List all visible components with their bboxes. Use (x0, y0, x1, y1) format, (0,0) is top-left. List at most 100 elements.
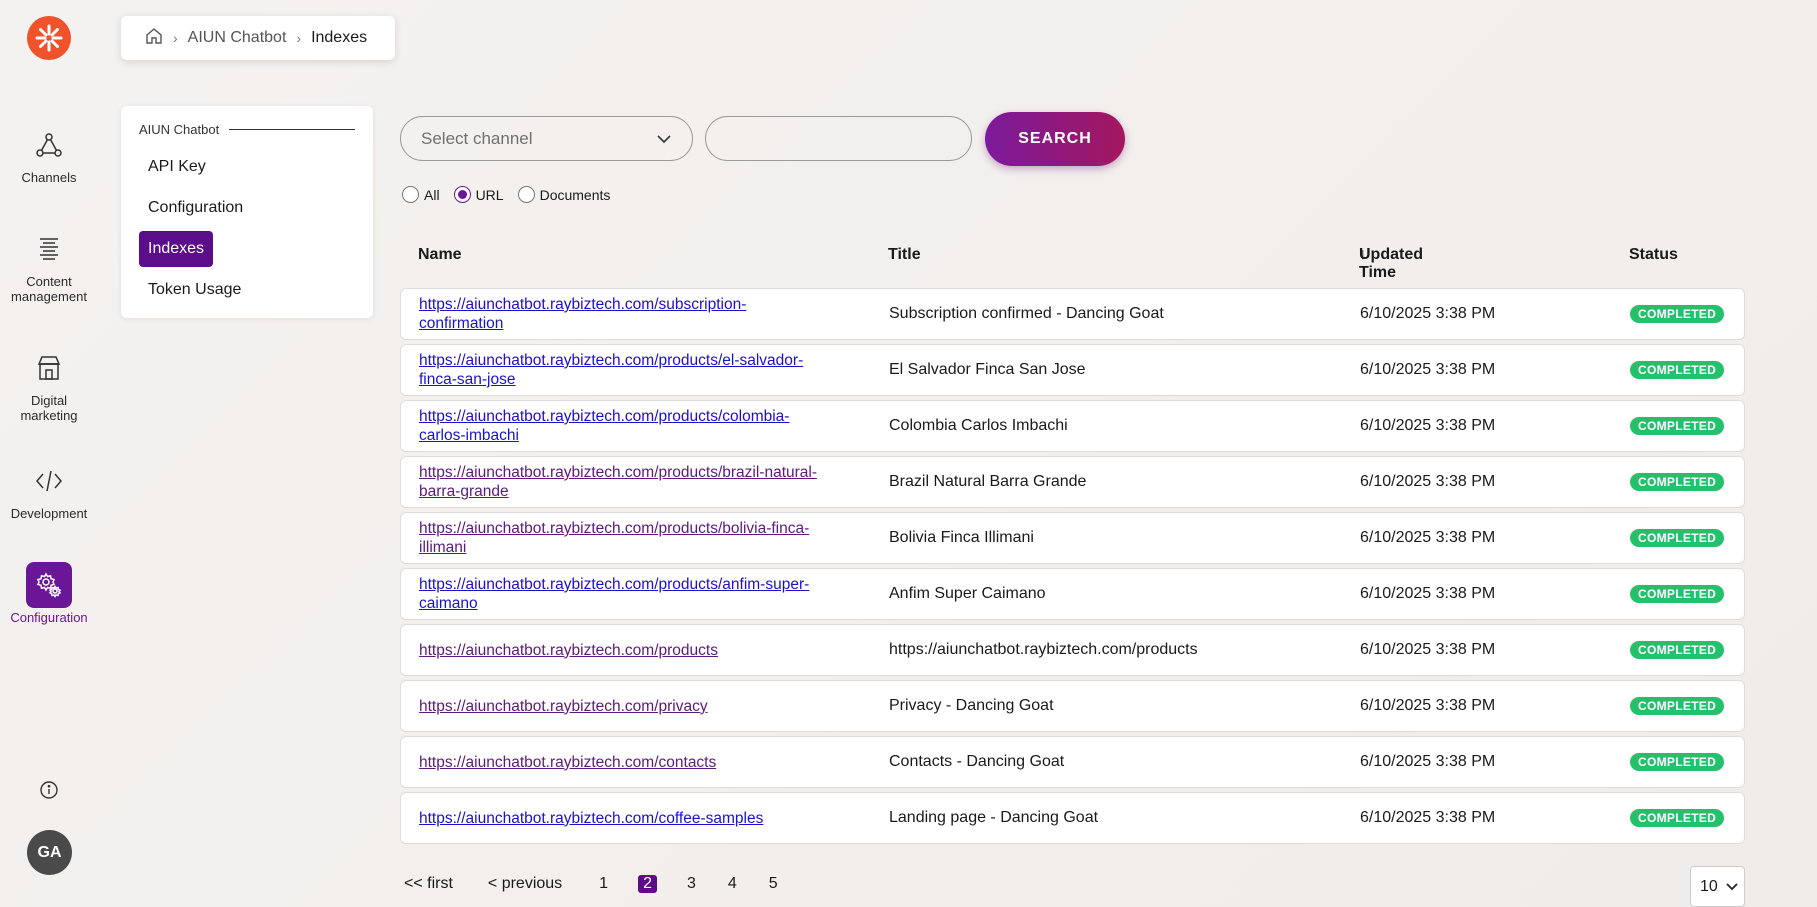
pagination-page-1[interactable]: 1 (597, 875, 610, 893)
index-url-link[interactable]: https://aiunchatbot.raybiztech.com/priva… (419, 697, 708, 716)
breadcrumb-item-aiun-chatbot[interactable]: AIUN Chatbot (188, 29, 287, 47)
cell-status: COMPLETED (1630, 793, 1725, 843)
index-url-line-1: https://aiunchatbot.raybiztech.com/coffe… (419, 809, 764, 827)
pagination-page-3[interactable]: 3 (685, 875, 698, 893)
submenu-item-api-key[interactable]: API Key (139, 149, 215, 185)
radio-all[interactable]: All (402, 186, 440, 203)
index-url-line-2: finca-san-jose (419, 371, 516, 388)
radio-circle[interactable] (453, 186, 471, 203)
pagination-first[interactable]: << first (404, 875, 453, 893)
table-row: https://aiunchatbot.raybiztech.com/conta… (400, 736, 1745, 788)
radio-url-label: URL (475, 186, 504, 203)
cell-name: https://aiunchatbot.raybiztech.com/produ… (419, 457, 859, 507)
cell-title: Privacy - Dancing Goat (889, 697, 1054, 714)
index-url-link[interactable]: https://aiunchatbot.raybiztech.com/coffe… (419, 809, 763, 828)
breadcrumb-item-indexes: Indexes (311, 29, 368, 46)
pagination-page-4[interactable]: 4 (726, 875, 739, 893)
submenu-item-configuration[interactable]: Configuration (139, 190, 252, 226)
index-url-link[interactable]: https://aiunchatbot.raybiztech.com/produ… (419, 463, 817, 501)
cell-status: COMPLETED (1630, 345, 1725, 395)
submenu-heading-label: AIUN Chatbot (139, 122, 220, 137)
source-type-radio-group: All URL Documents (402, 186, 610, 203)
cell-updated-time: 6/10/2025 3:38 PM (1360, 809, 1496, 826)
index-url-link[interactable]: https://aiunchatbot.raybiztech.com/produ… (419, 575, 809, 613)
submenu-item-token-usage[interactable]: Token Usage (139, 272, 250, 308)
cell-name: https://aiunchatbot.raybiztech.com/subsc… (419, 289, 859, 339)
table-row: https://aiunchatbot.raybiztech.com/subsc… (400, 288, 1745, 340)
index-url-line-1: https://aiunchatbot.raybiztech.com/subsc… (419, 296, 747, 313)
column-header-status[interactable]: Status (1629, 246, 1678, 264)
sort-desc-icon: ↓ (1359, 246, 1367, 263)
index-url-link[interactable]: https://aiunchatbot.raybiztech.com/produ… (419, 407, 789, 445)
index-url-link[interactable]: https://aiunchatbot.raybiztech.com/subsc… (419, 295, 746, 333)
status-badge: COMPLETED (1630, 697, 1725, 715)
user-avatar[interactable]: GA (27, 830, 72, 875)
content-management-icon (26, 226, 72, 272)
column-header-name[interactable]: Name (418, 246, 462, 264)
configuration-submenu: AIUN Chatbot API Key Configuration Index… (121, 106, 373, 318)
rail-item-development[interactable]: Development (0, 458, 98, 521)
pagination-page-2[interactable]: 2 (638, 875, 657, 893)
page-size-select[interactable]: 10 (1690, 866, 1745, 907)
cell-status: COMPLETED (1630, 289, 1725, 339)
submenu-item-indexes[interactable]: Indexes (139, 231, 214, 267)
cell-updated-time: 6/10/2025 3:38 PM (1360, 697, 1496, 714)
index-url-line-1: https://aiunchatbot.raybiztech.com/produ… (419, 464, 818, 481)
index-url-link[interactable]: https://aiunchatbot.raybiztech.com/produ… (419, 641, 718, 660)
status-badge: COMPLETED (1630, 641, 1725, 659)
channel-select[interactable]: Select channel (400, 116, 693, 161)
cell-title: Colombia Carlos Imbachi (889, 417, 1068, 434)
table-row: https://aiunchatbot.raybiztech.com/produ… (400, 512, 1745, 564)
home-icon[interactable] (145, 27, 163, 50)
radio-documents[interactable]: Documents (517, 186, 611, 203)
gear-icon (26, 562, 72, 608)
index-url-line-2: confirmation (419, 315, 504, 332)
status-badge: COMPLETED (1630, 753, 1725, 771)
cell-name: https://aiunchatbot.raybiztech.com/produ… (419, 401, 859, 451)
search-button[interactable]: SEARCH (985, 112, 1125, 166)
channels-icon (26, 122, 72, 168)
asterisk-logo-icon (35, 24, 63, 52)
index-url-line-1: https://aiunchatbot.raybiztech.com/produ… (419, 520, 810, 537)
radio-documents-label: Documents (539, 186, 611, 203)
cell-title: Anfim Super Caimano (889, 585, 1046, 602)
info-button[interactable] (36, 777, 62, 803)
column-header-updated-time-label: Updated Time (1359, 246, 1423, 281)
rail-label-digital-marketing: Digital marketing (20, 393, 78, 423)
cell-status: COMPLETED (1630, 569, 1725, 619)
column-header-title[interactable]: Title (888, 246, 921, 264)
index-url-link[interactable]: https://aiunchatbot.raybiztech.com/produ… (419, 351, 803, 389)
index-url-line-2: illimani (419, 539, 467, 556)
cell-status: COMPLETED (1630, 457, 1725, 507)
cell-name: https://aiunchatbot.raybiztech.com/priva… (419, 681, 859, 731)
cell-status: COMPLETED (1630, 625, 1725, 675)
radio-circle[interactable] (402, 186, 419, 203)
search-input[interactable] (705, 116, 972, 161)
radio-url[interactable]: URL (453, 186, 504, 203)
table-row: https://aiunchatbot.raybiztech.com/produ… (400, 344, 1745, 396)
chevron-down-icon (657, 134, 671, 143)
index-url-line-1: https://aiunchatbot.raybiztech.com/produ… (419, 352, 804, 369)
app-logo[interactable] (27, 16, 71, 60)
cell-name: https://aiunchatbot.raybiztech.com/produ… (419, 513, 859, 563)
submenu-heading: AIUN Chatbot (139, 122, 355, 137)
cell-name: https://aiunchatbot.raybiztech.com/conta… (419, 737, 859, 787)
rail-label-content-management: Content management (11, 274, 87, 304)
rail-item-channels[interactable]: Channels (0, 122, 98, 185)
status-badge: COMPLETED (1630, 529, 1725, 547)
pagination: << first < previous 1 2 3 4 5 (404, 875, 808, 893)
pagination-previous[interactable]: < previous (488, 875, 562, 893)
cell-updated-time: 6/10/2025 3:38 PM (1360, 641, 1496, 658)
cell-status: COMPLETED (1630, 513, 1725, 563)
index-url-link[interactable]: https://aiunchatbot.raybiztech.com/conta… (419, 753, 716, 772)
rail-label-development: Development (10, 506, 88, 521)
index-url-line-2: caimano (419, 595, 478, 612)
pagination-page-5[interactable]: 5 (767, 875, 780, 893)
radio-circle[interactable] (517, 186, 535, 203)
cell-title: Landing page - Dancing Goat (889, 809, 1099, 826)
index-url-link[interactable]: https://aiunchatbot.raybiztech.com/produ… (419, 519, 809, 557)
cell-title: El Salvador Finca San Jose (889, 361, 1086, 378)
rail-item-digital-marketing[interactable]: Digital marketing (0, 345, 98, 423)
rail-item-content-management[interactable]: Content management (0, 226, 98, 304)
rail-item-configuration[interactable]: Configuration (0, 562, 98, 625)
